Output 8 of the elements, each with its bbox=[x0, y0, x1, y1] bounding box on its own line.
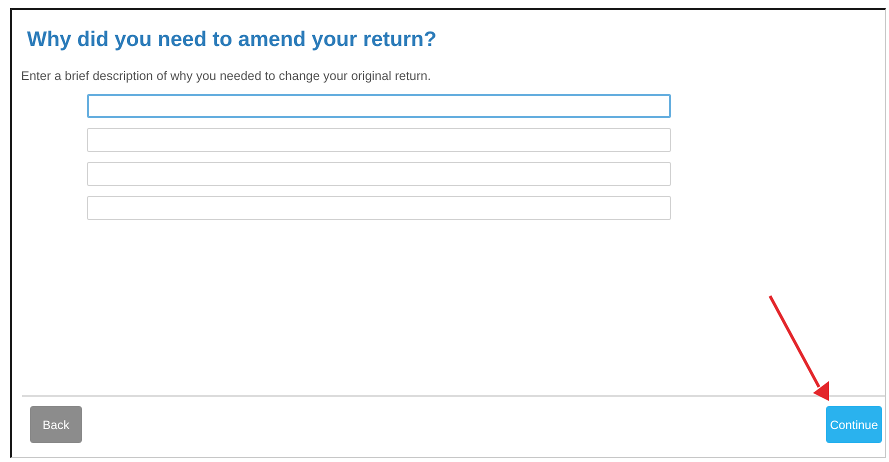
input-field[interactable] bbox=[87, 196, 671, 220]
continue-button[interactable]: Continue bbox=[826, 406, 882, 443]
page-title: Why did you need to amend your return? bbox=[27, 27, 438, 53]
input-field[interactable] bbox=[87, 162, 671, 186]
input-field[interactable] bbox=[87, 94, 671, 118]
instruction-text: Enter a brief description of why you needed to change your original return. bbox=[21, 68, 432, 84]
back-button[interactable]: Back bbox=[30, 406, 82, 443]
input-field[interactable] bbox=[87, 128, 671, 152]
